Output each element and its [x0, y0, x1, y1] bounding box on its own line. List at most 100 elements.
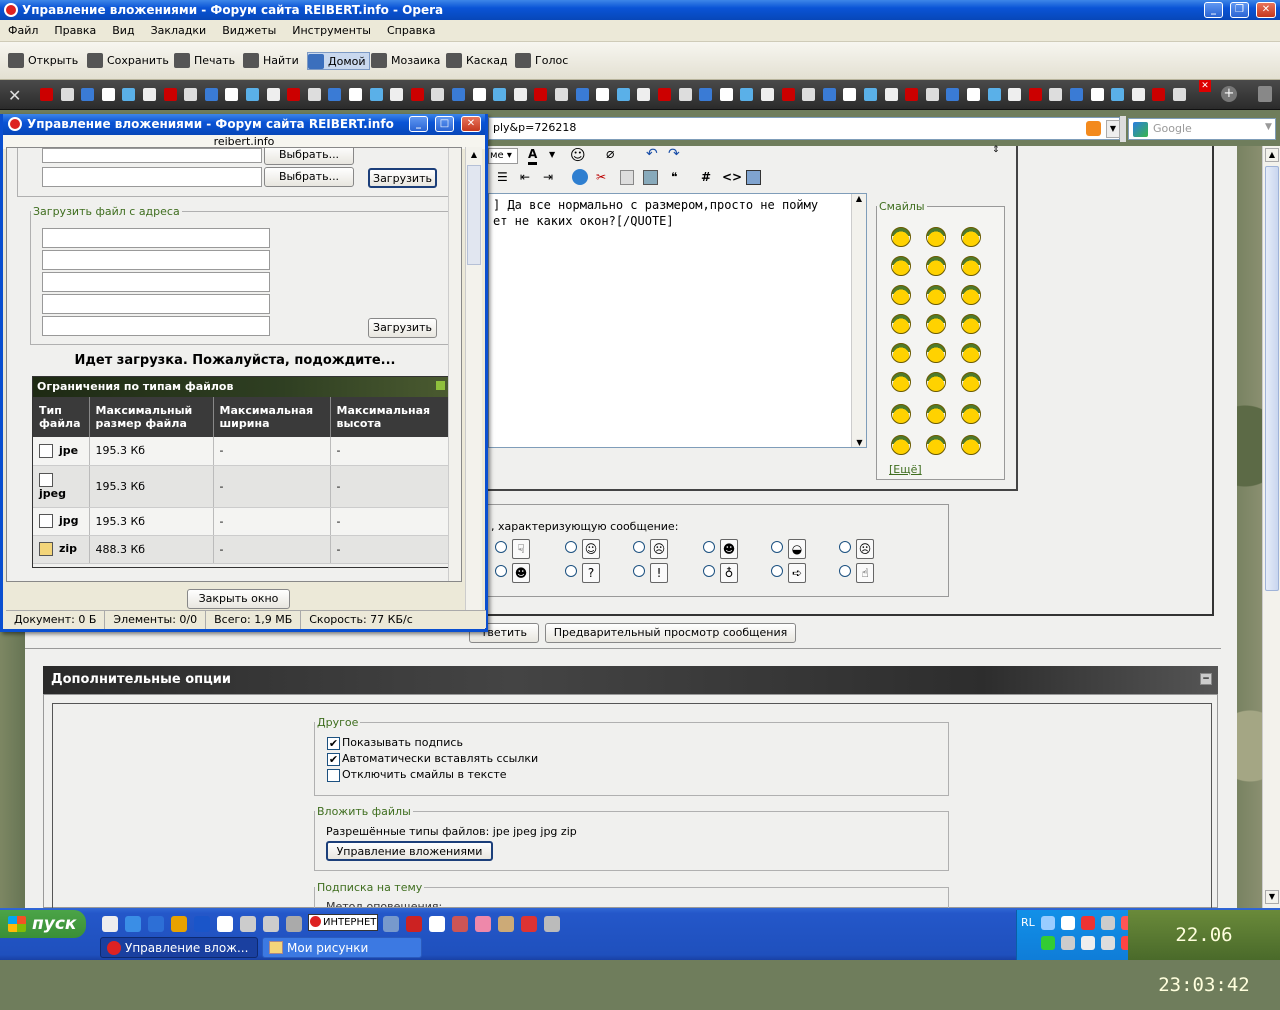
tray-icon[interactable]: [1081, 916, 1095, 930]
address-field[interactable]: ply&p=726218: [488, 117, 1120, 140]
open-button[interactable]: Открыть: [8, 52, 78, 70]
site-tab-icon[interactable]: [60, 88, 74, 101]
site-tab-icon[interactable]: [884, 88, 898, 101]
scroll-up-arrow[interactable]: ▲: [466, 150, 482, 159]
list-icon[interactable]: ☰: [497, 170, 508, 184]
smiley-icon[interactable]: [926, 372, 946, 392]
close-button[interactable]: ✕: [1256, 2, 1276, 18]
site-tab-icon[interactable]: [555, 88, 568, 101]
site-tab-icon[interactable]: [534, 88, 548, 101]
site-tab-icon[interactable]: [637, 88, 651, 101]
trash-icon[interactable]: [1258, 86, 1272, 102]
choose-button-1[interactable]: Выбрать...: [264, 148, 354, 165]
task-my-pictures[interactable]: Мои рисунки: [262, 937, 422, 958]
site-tab-icon[interactable]: [184, 88, 198, 101]
extra-options-header[interactable]: Дополнительные опции −: [43, 666, 1218, 694]
home-button[interactable]: Домой: [307, 52, 370, 70]
site-tab-icon[interactable]: [596, 88, 610, 101]
message-icon-radio[interactable]: [703, 541, 715, 553]
quick-launch-icon[interactable]: [498, 916, 514, 932]
smiley-icon[interactable]: [891, 404, 911, 424]
site-tab-icon[interactable]: [452, 88, 465, 101]
popup-inner-scrollbar[interactable]: [448, 148, 461, 581]
site-tab-icon[interactable]: [410, 88, 424, 101]
smiley-icon[interactable]: [891, 256, 911, 276]
site-tab-icon[interactable]: [287, 88, 301, 101]
message-icon-radio[interactable]: [565, 565, 577, 577]
site-tab-icon[interactable]: [1131, 88, 1145, 101]
quick-launch-icon[interactable]: [217, 916, 233, 932]
site-tab-icon[interactable]: [1049, 88, 1063, 101]
choose-button-2[interactable]: Выбрать...: [264, 167, 354, 187]
site-tab-icon[interactable]: [513, 88, 527, 101]
quote-icon[interactable]: ❝: [671, 170, 677, 184]
site-tab-icon[interactable]: [369, 88, 383, 101]
site-tab-icon[interactable]: [616, 88, 630, 101]
site-tab-icon[interactable]: [1070, 88, 1083, 101]
site-tab-icon[interactable]: [349, 88, 362, 101]
image-icon[interactable]: [643, 170, 658, 185]
close-window-button[interactable]: Закрыть окно: [187, 589, 290, 609]
search-input[interactable]: Google ▼: [1128, 118, 1276, 140]
quick-launch-icon[interactable]: [263, 916, 279, 932]
smiley-icon[interactable]: [961, 435, 981, 455]
language-indicator[interactable]: RL: [1021, 916, 1035, 929]
tray-icon[interactable]: [1081, 936, 1095, 950]
site-tab-icon[interactable]: [987, 88, 1001, 101]
scroll-up-arrow[interactable]: ▲: [1265, 148, 1279, 162]
smiley-icon[interactable]: [891, 285, 911, 305]
file-input-1[interactable]: [42, 148, 262, 163]
task-attachments[interactable]: Управление влож...: [100, 937, 258, 958]
unlink-icon[interactable]: ✂: [596, 170, 606, 184]
splitter[interactable]: [1120, 116, 1126, 142]
site-tab-icon[interactable]: [802, 88, 816, 101]
smiley-icon[interactable]: [891, 372, 911, 392]
site-tab-icon[interactable]: [740, 88, 754, 101]
site-tab-icon[interactable]: [699, 88, 713, 101]
site-tab-icon[interactable]: [266, 88, 280, 101]
site-tab-icon[interactable]: [781, 88, 795, 101]
message-icon-radio[interactable]: [703, 565, 715, 577]
site-tab-icon[interactable]: [163, 88, 177, 101]
message-icon-radio[interactable]: [771, 541, 783, 553]
smiley-icon[interactable]: [891, 314, 911, 334]
quick-launch-icon[interactable]: [240, 916, 256, 932]
redo-icon[interactable]: ↷: [668, 146, 680, 162]
quick-launch-icon[interactable]: [148, 916, 164, 932]
url-input-2[interactable]: [42, 250, 270, 270]
indent-icon[interactable]: ⇥: [543, 170, 553, 184]
quick-launch-icon[interactable]: [429, 916, 445, 932]
quick-launch-icon[interactable]: [452, 916, 468, 932]
message-icon-radio[interactable]: [839, 541, 851, 553]
smiley-icon[interactable]: [961, 285, 981, 305]
tools-icon[interactable]: ✕: [8, 86, 26, 105]
url-input-1[interactable]: [42, 228, 270, 248]
smiley-icon[interactable]: [926, 314, 946, 334]
address-dropdown[interactable]: ▼: [1106, 120, 1120, 138]
site-tab-icon[interactable]: [1173, 88, 1186, 101]
smiley-icon[interactable]: [961, 343, 981, 363]
site-tab-icon[interactable]: [575, 88, 589, 101]
preview-button[interactable]: Предварительный просмотр сообщения: [545, 623, 796, 643]
quick-launch-icon[interactable]: [171, 916, 187, 932]
font-select[interactable]: ме ▾: [488, 148, 518, 164]
smiley-icon[interactable]: ☺: [570, 146, 586, 164]
tray-icon[interactable]: [1101, 936, 1115, 950]
more-smilies-link[interactable]: [Ещё]: [889, 463, 922, 476]
message-icon-radio[interactable]: [565, 541, 577, 553]
tab-close-icon[interactable]: ✕: [1199, 80, 1211, 92]
scroll-thumb[interactable]: [1265, 166, 1279, 591]
smiley-icon[interactable]: [961, 372, 981, 392]
site-tab-icon[interactable]: [307, 88, 321, 101]
quick-launch-icon[interactable]: [521, 916, 537, 932]
site-tab-icon[interactable]: [40, 88, 53, 101]
site-tab-icon[interactable]: [1152, 88, 1166, 101]
tray-icon[interactable]: [1061, 916, 1075, 930]
undo-icon[interactable]: ↶: [646, 146, 658, 162]
url-input-5[interactable]: [42, 316, 270, 336]
file-input-2[interactable]: [42, 167, 262, 187]
menu-widgets[interactable]: Виджеты: [214, 20, 284, 42]
smiley-icon[interactable]: [961, 256, 981, 276]
site-tab-icon[interactable]: [225, 88, 239, 101]
collapse-icon[interactable]: −: [1200, 673, 1212, 685]
